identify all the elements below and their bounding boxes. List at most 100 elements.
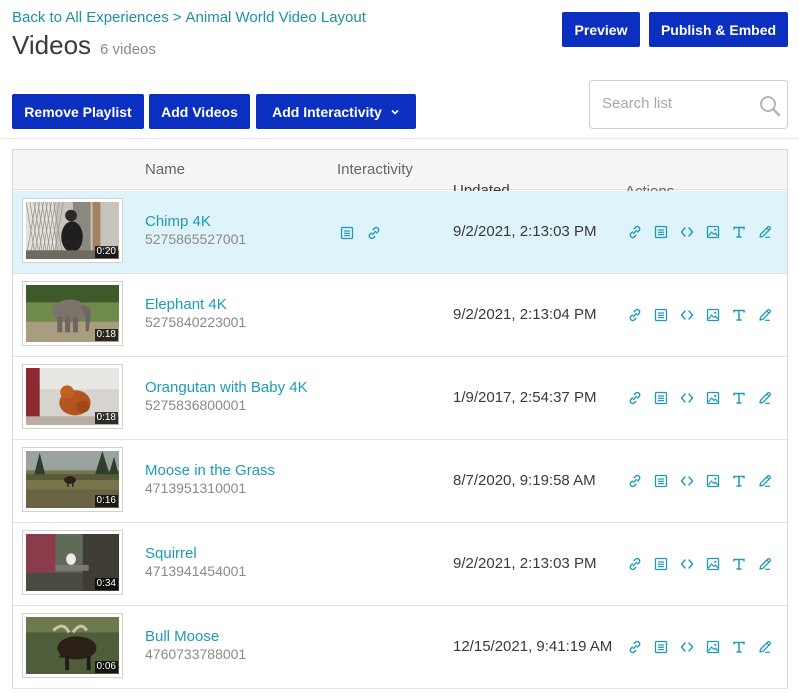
- video-id: 4760733788001: [145, 646, 247, 662]
- embed-code-icon[interactable]: [679, 639, 695, 655]
- thumbnail-image: 0:18: [26, 285, 119, 342]
- table-row[interactable]: 0:16 Moose in the Grass 4713951310001 8/7/2…: [13, 440, 787, 523]
- duration-badge: 0:16: [94, 495, 118, 507]
- title-row: Videos 6 videos: [12, 30, 156, 61]
- video-thumbnail[interactable]: 0:06: [22, 613, 123, 678]
- video-id: 4713941454001: [145, 563, 247, 579]
- table-row[interactable]: 0:34 Squirrel 4713941454001 9/2/2021, 2:13:…: [13, 523, 787, 606]
- text-icon[interactable]: [731, 307, 747, 323]
- video-thumbnail[interactable]: 0:34: [22, 530, 123, 595]
- add-interactivity-label: Add Interactivity: [272, 103, 382, 120]
- image-icon[interactable]: [705, 224, 721, 240]
- search-icon[interactable]: [759, 95, 781, 122]
- video-name-link[interactable]: Bull Moose: [145, 628, 219, 645]
- preview-button[interactable]: Preview: [562, 12, 640, 47]
- embed-code-icon[interactable]: [679, 307, 695, 323]
- remove-playlist-button[interactable]: Remove Playlist: [12, 94, 144, 129]
- video-thumbnail[interactable]: 0:18: [22, 281, 123, 346]
- header-divider: [0, 138, 799, 139]
- edit-icon[interactable]: [757, 639, 773, 655]
- row-actions: [627, 307, 773, 323]
- updated-date: 1/9/2017, 2:54:37 PM: [453, 389, 597, 406]
- link-icon[interactable]: [627, 473, 643, 489]
- duration-badge: 0:06: [94, 661, 118, 673]
- transcript-icon[interactable]: [653, 473, 669, 489]
- table-row[interactable]: 0:18 Orangutan with Baby 4K 5275836800001 1…: [13, 357, 787, 440]
- video-name-link[interactable]: Orangutan with Baby 4K: [145, 379, 308, 396]
- video-id: 5275840223001: [145, 314, 247, 330]
- video-id: 5275865527001: [145, 231, 247, 247]
- transcript-icon[interactable]: [339, 225, 355, 241]
- link-icon[interactable]: [627, 224, 643, 240]
- video-id: 4713951310001: [145, 480, 247, 496]
- transcript-icon[interactable]: [653, 224, 669, 240]
- row-actions: [627, 473, 773, 489]
- embed-code-icon[interactable]: [679, 224, 695, 240]
- image-icon[interactable]: [705, 639, 721, 655]
- image-icon[interactable]: [705, 390, 721, 406]
- video-thumbnail[interactable]: 0:18: [22, 364, 123, 429]
- image-icon[interactable]: [705, 556, 721, 572]
- text-icon[interactable]: [731, 390, 747, 406]
- interactivity-icons: [339, 225, 382, 241]
- publish-embed-button[interactable]: Publish & Embed: [649, 12, 788, 47]
- transcript-icon[interactable]: [653, 390, 669, 406]
- image-icon[interactable]: [705, 307, 721, 323]
- video-name-link[interactable]: Chimp 4K: [145, 213, 211, 230]
- add-videos-button[interactable]: Add Videos: [149, 94, 250, 129]
- row-actions: [627, 556, 773, 572]
- breadcrumb-current[interactable]: Animal World Video Layout: [186, 9, 366, 26]
- image-icon[interactable]: [705, 473, 721, 489]
- video-id: 5275836800001: [145, 397, 247, 413]
- text-icon[interactable]: [731, 224, 747, 240]
- duration-badge: 0:20: [94, 246, 118, 258]
- breadcrumb-separator: >: [172, 9, 182, 26]
- text-icon[interactable]: [731, 473, 747, 489]
- search-box: [589, 80, 788, 129]
- link-icon[interactable]: [366, 225, 382, 241]
- edit-icon[interactable]: [757, 473, 773, 489]
- row-actions: [627, 639, 773, 655]
- videos-table: Name Interactivity Updated Actions 0:20 C…: [12, 149, 788, 689]
- video-name-link[interactable]: Moose in the Grass: [145, 462, 275, 479]
- embed-code-icon[interactable]: [679, 390, 695, 406]
- breadcrumb-back-link[interactable]: Back to All Experiences: [12, 9, 169, 26]
- video-name-link[interactable]: Elephant 4K: [145, 296, 227, 313]
- video-count: 6 videos: [100, 41, 156, 58]
- transcript-icon[interactable]: [653, 639, 669, 655]
- updated-date: 8/7/2020, 9:19:58 AM: [453, 472, 596, 489]
- edit-icon[interactable]: [757, 390, 773, 406]
- link-icon[interactable]: [627, 639, 643, 655]
- thumbnail-image: 0:06: [26, 617, 119, 674]
- search-input[interactable]: [602, 95, 752, 112]
- duration-badge: 0:18: [94, 412, 118, 424]
- text-icon[interactable]: [731, 556, 747, 572]
- video-thumbnail[interactable]: 0:20: [22, 198, 123, 263]
- embed-code-icon[interactable]: [679, 556, 695, 572]
- column-header-name[interactable]: Name: [145, 161, 185, 178]
- transcript-icon[interactable]: [653, 307, 669, 323]
- link-icon[interactable]: [627, 307, 643, 323]
- table-row[interactable]: 0:06 Bull Moose 4760733788001 12/15/2021, 9…: [13, 606, 787, 689]
- add-interactivity-button[interactable]: Add Interactivity: [256, 94, 416, 129]
- embed-code-icon[interactable]: [679, 473, 695, 489]
- table-row[interactable]: 0:20 Chimp 4K 5275865527001 9/2/2021, 2:13:…: [13, 191, 787, 274]
- updated-date: 9/2/2021, 2:13:03 PM: [453, 555, 597, 572]
- updated-date: 9/2/2021, 2:13:03 PM: [453, 223, 597, 240]
- thumbnail-image: 0:16: [26, 451, 119, 508]
- transcript-icon[interactable]: [653, 556, 669, 572]
- video-thumbnail[interactable]: 0:16: [22, 447, 123, 512]
- link-icon[interactable]: [627, 390, 643, 406]
- edit-icon[interactable]: [757, 224, 773, 240]
- text-icon[interactable]: [731, 639, 747, 655]
- thumbnail-image: 0:34: [26, 534, 119, 591]
- duration-badge: 0:18: [94, 329, 118, 341]
- link-icon[interactable]: [627, 556, 643, 572]
- edit-icon[interactable]: [757, 556, 773, 572]
- edit-icon[interactable]: [757, 307, 773, 323]
- duration-badge: 0:34: [94, 578, 118, 590]
- chevron-down-icon: [390, 107, 400, 117]
- video-name-link[interactable]: Squirrel: [145, 545, 197, 562]
- column-header-interactivity: Interactivity: [337, 161, 413, 178]
- table-row[interactable]: 0:18 Elephant 4K 5275840223001 9/2/2021, 2:…: [13, 274, 787, 357]
